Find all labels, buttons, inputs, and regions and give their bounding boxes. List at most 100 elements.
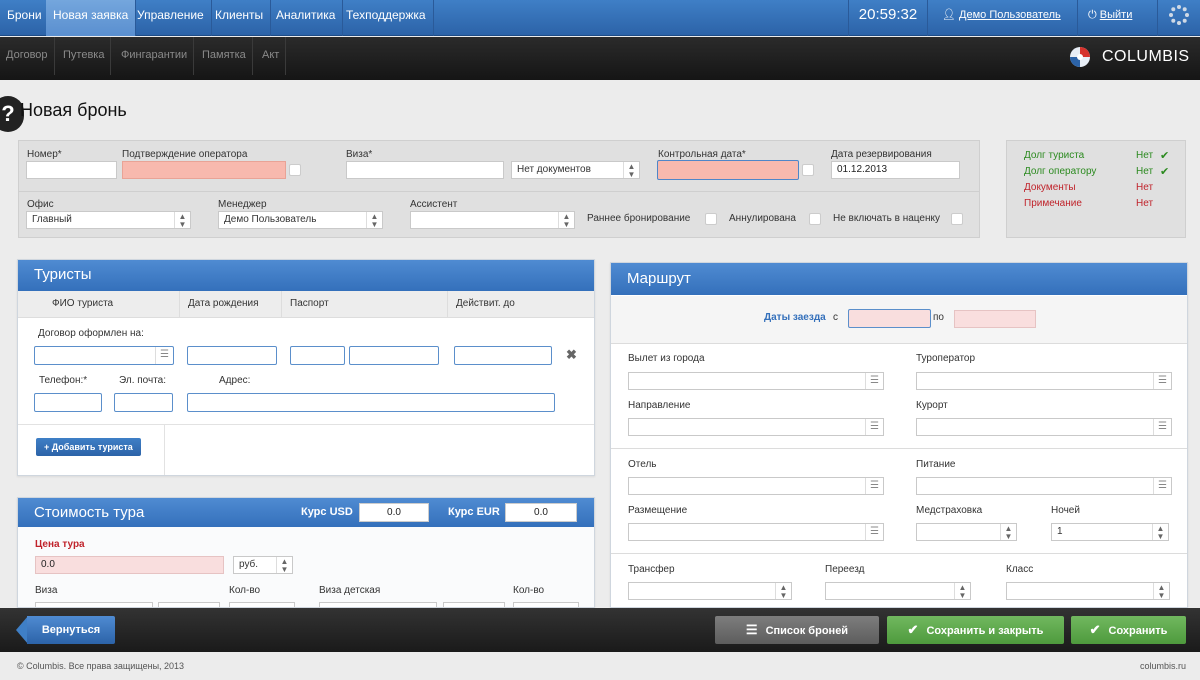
email-input[interactable] [114, 393, 173, 412]
nav-new-request[interactable]: Новая заявка [46, 0, 137, 36]
loading-spinner-icon[interactable] [1168, 4, 1190, 26]
direction-input[interactable]: ☰ [628, 418, 884, 436]
nav-analytics[interactable]: Аналитика [269, 0, 344, 36]
tourist-name-input[interactable]: ☰ [34, 346, 174, 365]
visa-input[interactable] [346, 161, 504, 179]
status-label: Примечание [1024, 198, 1082, 209]
route-panel: Маршрут Даты заезда с по Вылет из города… [610, 262, 1188, 608]
operator-label: Туроператор [916, 353, 976, 364]
nights-select[interactable]: 1 ▲ ▼ [1051, 523, 1169, 541]
columbis-logo-icon [1070, 47, 1090, 67]
departure-label: Вылет из города [628, 353, 705, 364]
col-birthdate: Дата рождения [180, 291, 282, 318]
departure-input[interactable]: ☰ [628, 372, 884, 390]
class-label: Класс [1006, 564, 1034, 575]
eur-rate-input[interactable]: 0.0 [505, 503, 577, 522]
control-date-input[interactable] [657, 160, 799, 180]
updown-icon: ▲ ▼ [1000, 524, 1016, 541]
logout-label: Выйти [1099, 9, 1133, 21]
visa-cost-label: Виза [35, 585, 58, 596]
remove-tourist-icon[interactable]: ✖ [566, 347, 577, 363]
operator-confirm-input[interactable] [122, 161, 286, 179]
usd-rate-label: Курс USD [301, 506, 353, 518]
accommodation-input[interactable]: ☰ [628, 523, 884, 541]
footer: © Columbis. Все права защищены, 2013 col… [0, 652, 1200, 680]
nav-clients[interactable]: Клиенты [208, 0, 272, 36]
transfer-select[interactable]: ▲ ▼ [628, 582, 792, 600]
address-input[interactable] [187, 393, 555, 412]
save-and-close-label: Сохранить и закрыть [926, 625, 1044, 637]
birthdate-input[interactable] [187, 346, 277, 365]
resort-label: Курорт [916, 400, 948, 411]
usd-rate-input[interactable]: 0.0 [359, 503, 429, 522]
updown-icon: ▲ ▼ [276, 557, 292, 574]
date-from-input[interactable] [848, 309, 931, 328]
user-icon: 👤︎ [942, 9, 956, 21]
updown-icon: ▲ ▼ [174, 212, 190, 229]
currency-select[interactable]: руб. ▲ ▼ [233, 556, 293, 574]
passport-series-input[interactable] [290, 346, 345, 365]
meal-input[interactable]: ☰ [916, 477, 1172, 495]
status-value: Нет [1136, 150, 1154, 161]
booking-list-button[interactable]: ☰ Список броней [715, 616, 879, 644]
back-button-label: Вернуться [27, 616, 115, 644]
insurance-select[interactable]: ▲ ▼ [916, 523, 1017, 541]
phone-input[interactable] [34, 393, 102, 412]
subnav-memo[interactable]: Памятка [196, 37, 253, 75]
passport-number-input[interactable] [349, 346, 439, 365]
insurance-label: Медстраховка [916, 505, 983, 516]
price-input[interactable]: 0.0 [35, 556, 224, 574]
resort-input[interactable]: ☰ [916, 418, 1172, 436]
hotel-label: Отель [628, 459, 657, 470]
nav-support[interactable]: Техподдержка [339, 0, 434, 36]
clock: 20:59:32 [848, 0, 928, 36]
subnav-voucher[interactable]: Путевка [57, 37, 112, 75]
operator-input[interactable]: ☰ [916, 372, 1172, 390]
manager-select[interactable]: Демо Пользователь ▲ ▼ [218, 211, 383, 229]
site-link[interactable]: columbis.ru [1140, 661, 1186, 671]
early-booking-label: Раннее бронирование [587, 213, 691, 224]
list-icon: ☰ [865, 419, 883, 435]
direction-label: Направление [628, 400, 691, 411]
logout-link[interactable]: ⏻ Выйти [1078, 0, 1158, 36]
back-button[interactable]: Вернуться [16, 616, 115, 644]
save-label: Сохранить [1108, 625, 1168, 637]
tourists-title: Туристы [18, 260, 594, 291]
manager-value: Демо Пользователь [224, 214, 317, 225]
number-input[interactable] [26, 161, 117, 179]
cancelled-checkbox[interactable] [809, 213, 821, 225]
user-link[interactable]: 👤︎ Демо Пользователь [930, 0, 1078, 36]
class-select[interactable]: ▲ ▼ [1006, 582, 1170, 600]
nav-management[interactable]: Управление [130, 0, 212, 36]
check-icon: ✔ [907, 622, 919, 637]
subnav-act[interactable]: Акт [256, 37, 287, 75]
subnav-contract[interactable]: Договор [0, 37, 55, 75]
control-date-checkbox[interactable] [802, 164, 814, 176]
office-value: Главный [32, 214, 72, 225]
nav-bookings[interactable]: Брони [0, 0, 50, 36]
add-tourist-button[interactable]: + Добавить туриста [36, 438, 141, 456]
exclude-markup-checkbox[interactable] [951, 213, 963, 225]
cancelled-label: Аннулирована [729, 213, 796, 224]
early-booking-checkbox[interactable] [705, 213, 717, 225]
sub-nav: Договор Путевка Фингарантии Памятка Акт … [0, 37, 1200, 80]
save-button[interactable]: ✔ Сохранить [1071, 616, 1186, 644]
cost-panel: Стоимость тура Курс USD 0.0 Курс EUR 0.0… [17, 497, 595, 608]
operator-confirm-checkbox[interactable] [289, 164, 301, 176]
valid-until-input[interactable] [454, 346, 552, 365]
power-icon: ⏻ [1088, 9, 1097, 21]
reservation-date-input[interactable]: 01.12.2013 [831, 161, 960, 179]
hotel-input[interactable]: ☰ [628, 477, 884, 495]
reservation-date-label: Дата резервирования [831, 149, 932, 160]
divider [164, 425, 165, 475]
subnav-guarantees[interactable]: Фингарантии [115, 37, 195, 75]
visa-docs-select[interactable]: Нет документов ▲ ▼ [511, 161, 640, 179]
email-label: Эл. почта: [119, 375, 167, 386]
assistant-select[interactable]: ▲ ▼ [410, 211, 575, 229]
date-to-input[interactable] [954, 310, 1036, 328]
office-select[interactable]: Главный ▲ ▼ [26, 211, 191, 229]
child-visa-label: Виза детская [319, 585, 381, 596]
booking-list-label: Список броней [765, 625, 849, 637]
save-and-close-button[interactable]: ✔ Сохранить и закрыть [887, 616, 1064, 644]
move-select[interactable]: ▲ ▼ [825, 582, 971, 600]
